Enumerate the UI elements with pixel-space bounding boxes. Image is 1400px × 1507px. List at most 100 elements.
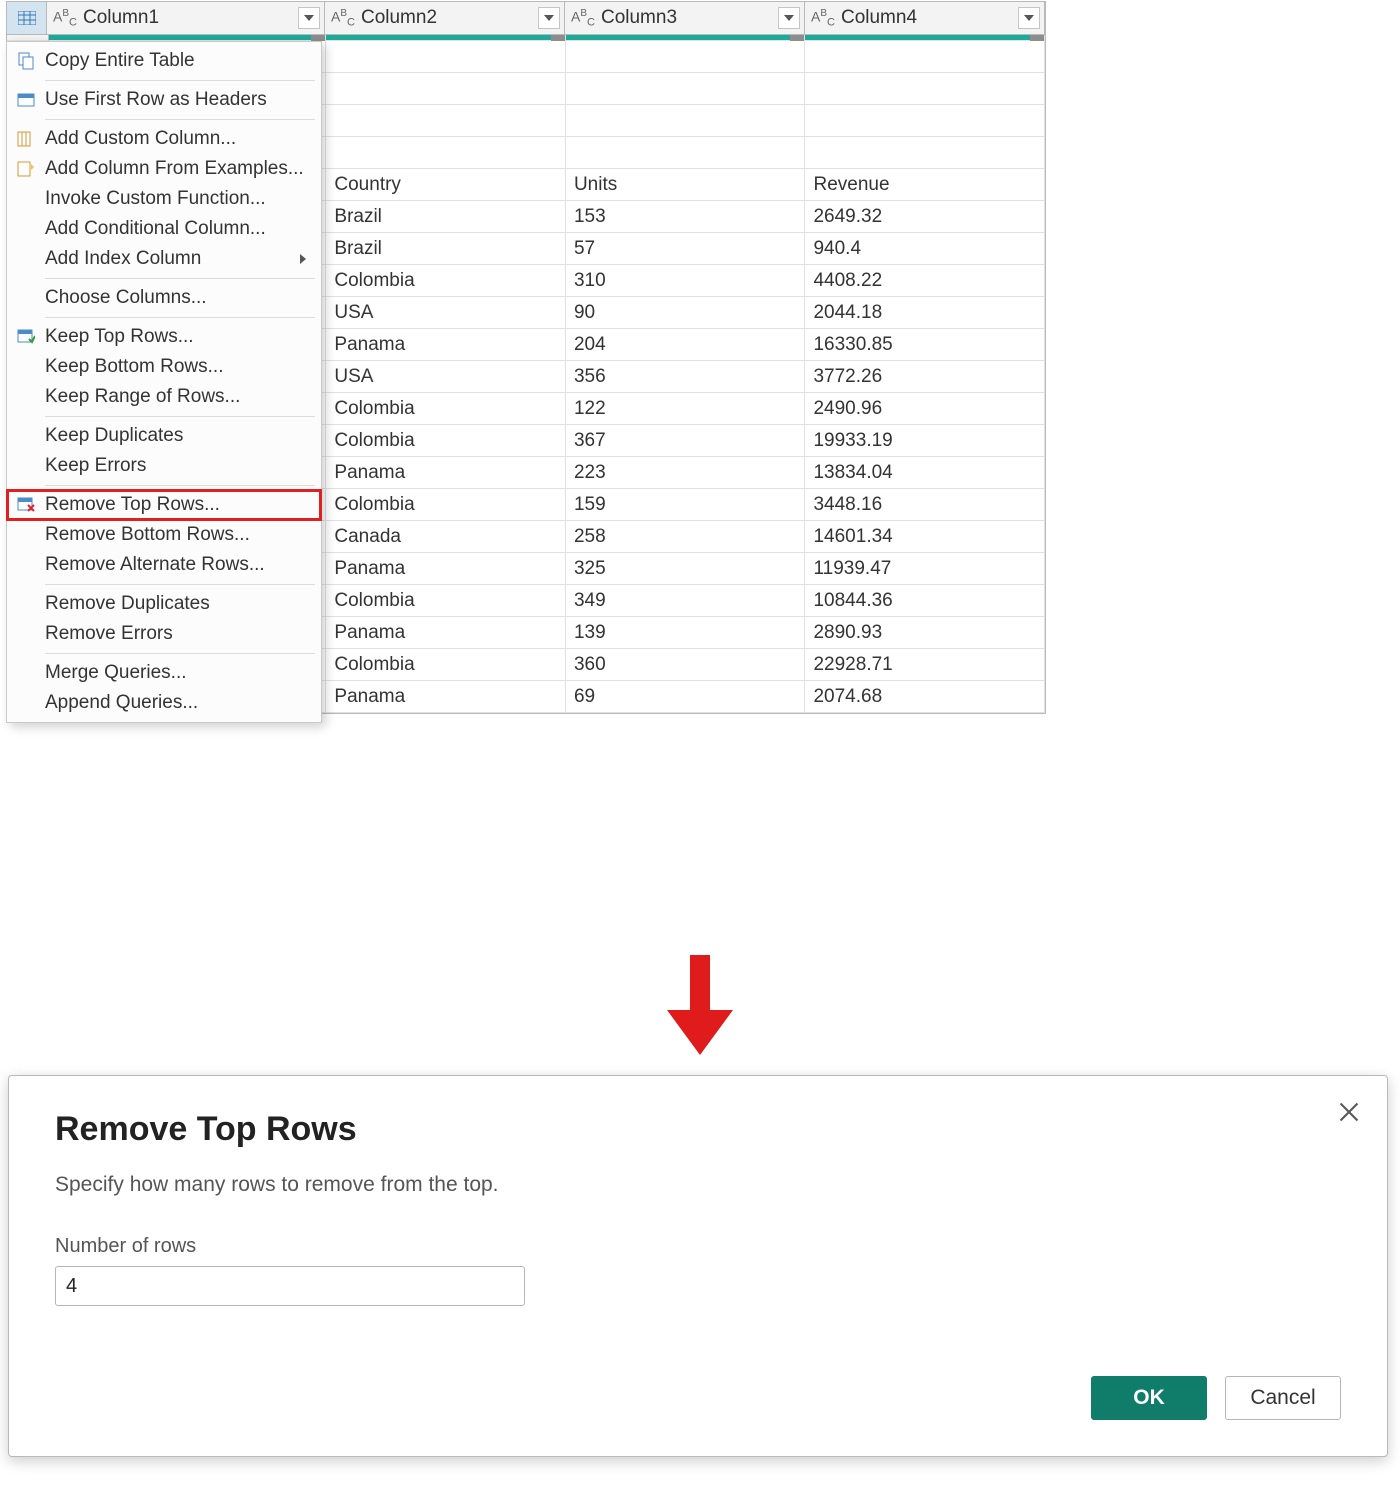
cell[interactable]: 310	[566, 265, 806, 297]
cell[interactable]: 10844.36	[805, 585, 1045, 617]
cell[interactable]: 19933.19	[805, 425, 1045, 457]
cell[interactable]: 325	[566, 553, 806, 585]
menu-use-first-row-headers[interactable]: Use First Row as Headers	[7, 85, 321, 115]
cell[interactable]: 153	[566, 201, 806, 233]
cell[interactable]: 2490.96	[805, 393, 1045, 425]
column-header-1[interactable]: ABC Column1	[47, 2, 325, 35]
cell[interactable]: USA	[326, 297, 566, 329]
menu-add-custom-column[interactable]: Add Custom Column...	[7, 124, 321, 154]
cell[interactable]: 940.4	[805, 233, 1045, 265]
cell[interactable]	[326, 105, 566, 137]
cell[interactable]: Brazil	[326, 233, 566, 265]
cell[interactable]	[566, 41, 806, 73]
menu-add-column-from-examples[interactable]: Add Column From Examples...	[7, 154, 321, 184]
menu-remove-bottom-rows[interactable]: Remove Bottom Rows...	[7, 520, 321, 550]
cell[interactable]	[326, 137, 566, 169]
cell[interactable]: 3772.26	[805, 361, 1045, 393]
cell[interactable]: Colombia	[326, 425, 566, 457]
cell[interactable]: 14601.34	[805, 521, 1045, 553]
cell[interactable]: Brazil	[326, 201, 566, 233]
menu-label: Add Custom Column...	[45, 128, 236, 150]
menu-add-index-column[interactable]: Add Index Column	[7, 244, 321, 274]
cell[interactable]: 349	[566, 585, 806, 617]
cell[interactable]: Colombia	[326, 649, 566, 681]
cell[interactable]: Units	[566, 169, 806, 201]
cell[interactable]: 2890.93	[805, 617, 1045, 649]
column-filter-button[interactable]	[298, 7, 320, 29]
number-of-rows-input[interactable]	[55, 1266, 525, 1306]
cell[interactable]: 356	[566, 361, 806, 393]
cell[interactable]: Country	[326, 169, 566, 201]
menu-keep-range-of-rows[interactable]: Keep Range of Rows...	[7, 382, 321, 412]
table-menu-corner-button[interactable]	[7, 2, 47, 35]
cell[interactable]: 16330.85	[805, 329, 1045, 361]
column-filter-button[interactable]	[538, 7, 560, 29]
menu-append-queries[interactable]: Append Queries...	[7, 688, 321, 718]
table-icon	[18, 11, 36, 25]
column-filter-button[interactable]	[778, 7, 800, 29]
cell[interactable]	[805, 73, 1045, 105]
cell[interactable]: Panama	[326, 457, 566, 489]
menu-keep-errors[interactable]: Keep Errors	[7, 451, 321, 481]
cell[interactable]: Panama	[326, 329, 566, 361]
cell[interactable]: 139	[566, 617, 806, 649]
cell[interactable]	[805, 105, 1045, 137]
cell[interactable]: 258	[566, 521, 806, 553]
dialog-close-button[interactable]	[1335, 1098, 1363, 1126]
cell[interactable]: 57	[566, 233, 806, 265]
cell[interactable]: Revenue	[805, 169, 1045, 201]
column-header-4[interactable]: ABC Column4	[805, 2, 1045, 35]
cell[interactable]: Panama	[326, 681, 566, 713]
menu-keep-duplicates[interactable]: Keep Duplicates	[7, 421, 321, 451]
cell[interactable]	[566, 105, 806, 137]
menu-choose-columns[interactable]: Choose Columns...	[7, 283, 321, 313]
cell[interactable]: 2044.18	[805, 297, 1045, 329]
menu-merge-queries[interactable]: Merge Queries...	[7, 658, 321, 688]
cell[interactable]: 90	[566, 297, 806, 329]
cell[interactable]: 159	[566, 489, 806, 521]
remove-top-rows-dialog: Remove Top Rows Specify how many rows to…	[8, 1075, 1388, 1457]
cell[interactable]	[326, 73, 566, 105]
menu-remove-top-rows[interactable]: Remove Top Rows...	[7, 490, 321, 520]
cell[interactable]: 22928.71	[805, 649, 1045, 681]
column-header-2[interactable]: ABC Column2	[325, 2, 565, 35]
cell[interactable]	[805, 41, 1045, 73]
cell[interactable]: 360	[566, 649, 806, 681]
cell[interactable]: 2074.68	[805, 681, 1045, 713]
cell[interactable]: 2649.32	[805, 201, 1045, 233]
menu-remove-duplicates[interactable]: Remove Duplicates	[7, 589, 321, 619]
cell[interactable]: 367	[566, 425, 806, 457]
cell[interactable]: 204	[566, 329, 806, 361]
cell[interactable]	[566, 137, 806, 169]
cell[interactable]: 4408.22	[805, 265, 1045, 297]
menu-keep-top-rows[interactable]: Keep Top Rows...	[7, 322, 321, 352]
cell[interactable]: Colombia	[326, 393, 566, 425]
cell[interactable]: 11939.47	[805, 553, 1045, 585]
abc-type-icon: ABC	[331, 8, 355, 28]
menu-remove-errors[interactable]: Remove Errors	[7, 619, 321, 649]
cell[interactable]: Colombia	[326, 585, 566, 617]
menu-invoke-custom-function[interactable]: Invoke Custom Function...	[7, 184, 321, 214]
cell[interactable]: 69	[566, 681, 806, 713]
cell[interactable]: 223	[566, 457, 806, 489]
cell[interactable]: Panama	[326, 617, 566, 649]
cell[interactable]: Colombia	[326, 265, 566, 297]
cancel-button[interactable]: Cancel	[1225, 1376, 1341, 1420]
cell[interactable]	[566, 73, 806, 105]
cell[interactable]: Colombia	[326, 489, 566, 521]
menu-keep-bottom-rows[interactable]: Keep Bottom Rows...	[7, 352, 321, 382]
cell[interactable]: Canada	[326, 521, 566, 553]
cell[interactable]	[805, 137, 1045, 169]
menu-copy-entire-table[interactable]: Copy Entire Table	[7, 46, 321, 76]
cell[interactable]	[326, 41, 566, 73]
column-header-3[interactable]: ABC Column3	[565, 2, 805, 35]
cell[interactable]: 3448.16	[805, 489, 1045, 521]
cell[interactable]: 122	[566, 393, 806, 425]
cell[interactable]: 13834.04	[805, 457, 1045, 489]
cell[interactable]: USA	[326, 361, 566, 393]
cell[interactable]: Panama	[326, 553, 566, 585]
menu-remove-alternate-rows[interactable]: Remove Alternate Rows...	[7, 550, 321, 580]
column-filter-button[interactable]	[1018, 7, 1040, 29]
ok-button[interactable]: OK	[1091, 1376, 1207, 1420]
menu-add-conditional-column[interactable]: Add Conditional Column...	[7, 214, 321, 244]
